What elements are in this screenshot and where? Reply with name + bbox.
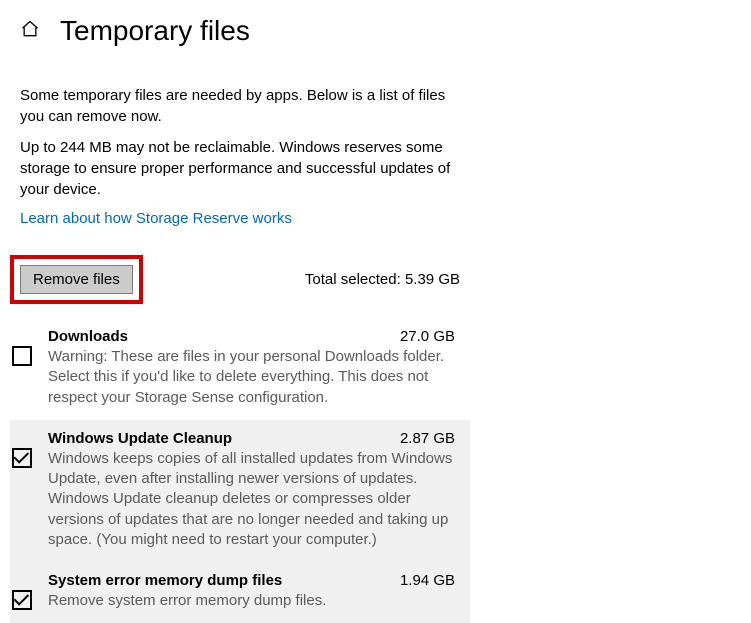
category-size: 27.0 GB <box>400 328 455 345</box>
category-description: Warning: These are files in your persona… <box>48 347 455 408</box>
category-head: Downloads 27.0 GB <box>48 328 455 345</box>
category-title: Downloads <box>48 328 128 345</box>
category-head: Windows Update Cleanup 2.87 GB <box>48 430 455 447</box>
reserve-note: Up to 244 MB may not be reclaimable. Win… <box>20 137 460 200</box>
file-category-list: Downloads 27.0 GB Warning: These are files… <box>10 318 470 623</box>
total-selected-prefix: Total selected: <box>305 271 405 288</box>
category-description: Remove system error memory dump files. <box>48 591 455 611</box>
category-size: 1.94 GB <box>400 572 455 589</box>
content-area: Some temporary files are needed by apps.… <box>0 57 480 304</box>
page-header: Temporary files <box>0 0 751 57</box>
category-size: 2.87 GB <box>400 430 455 447</box>
remove-files-button[interactable]: Remove files <box>20 265 133 294</box>
category-checkbox[interactable] <box>12 346 32 366</box>
category-title: System error memory dump files <box>48 572 282 589</box>
file-category-row[interactable]: System error memory dump files 1.94 GB Rem… <box>10 562 470 623</box>
category-checkbox[interactable] <box>12 590 32 610</box>
category-body: System error memory dump files 1.94 GB Rem… <box>48 572 455 611</box>
file-category-row[interactable]: Downloads 27.0 GB Warning: These are files… <box>10 318 470 420</box>
file-category-row[interactable]: Windows Update Cleanup 2.87 GB Windows kee… <box>10 420 470 562</box>
category-body: Windows Update Cleanup 2.87 GB Windows kee… <box>48 430 455 550</box>
intro-text: Some temporary files are needed by apps.… <box>20 85 460 127</box>
category-body: Downloads 27.0 GB Warning: These are files… <box>48 328 455 408</box>
total-selected: Total selected: 5.39 GB <box>305 271 460 288</box>
learn-storage-reserve-link[interactable]: Learn about how Storage Reserve works <box>20 210 292 227</box>
category-checkbox[interactable] <box>12 448 32 468</box>
home-icon[interactable] <box>20 19 40 43</box>
actions-row: Remove files Total selected: 5.39 GB <box>20 255 460 304</box>
total-selected-value: 5.39 GB <box>405 271 460 288</box>
remove-button-highlight: Remove files <box>10 255 143 304</box>
page-title: Temporary files <box>60 15 250 47</box>
category-title: Windows Update Cleanup <box>48 430 232 447</box>
category-head: System error memory dump files 1.94 GB <box>48 572 455 589</box>
category-description: Windows keeps copies of all installed up… <box>48 449 455 550</box>
